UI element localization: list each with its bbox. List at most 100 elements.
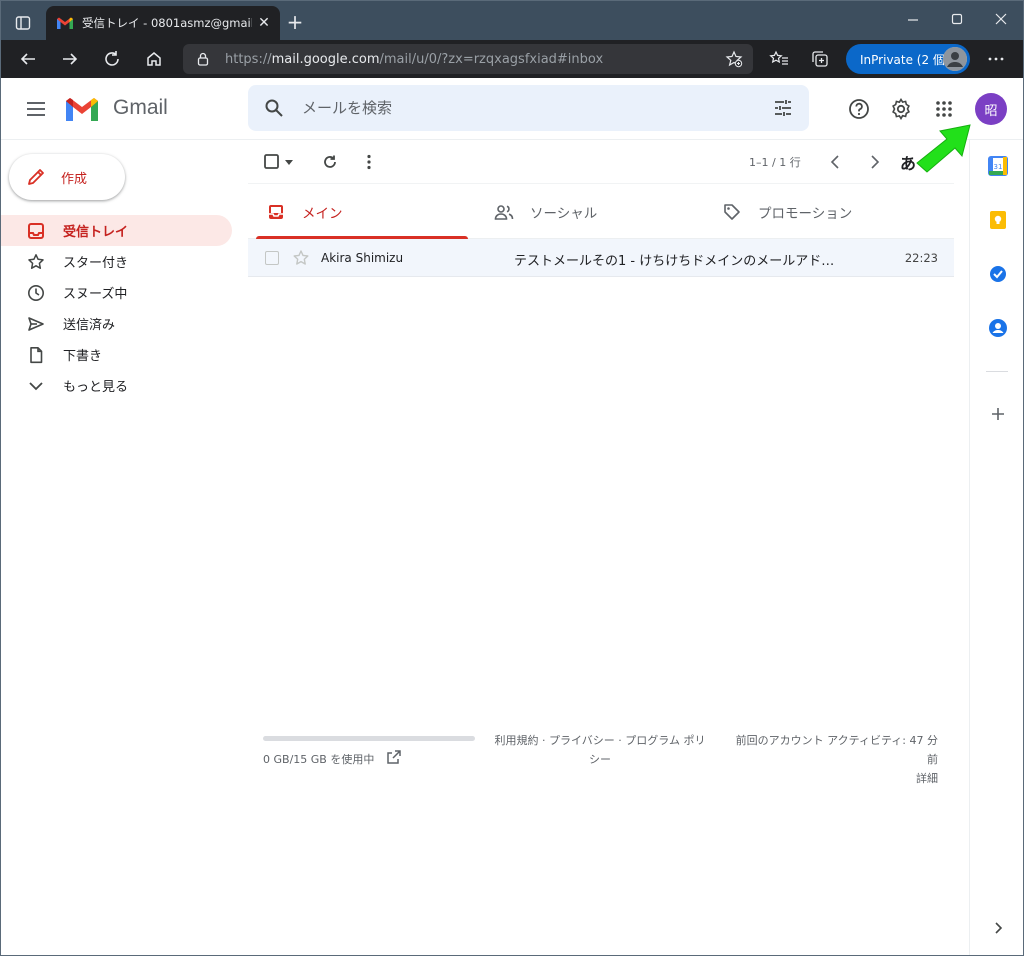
input-tools-label[interactable]: あ (900, 150, 916, 174)
inbox-icon (266, 202, 286, 222)
nav-item-sent[interactable]: 送信済み (0, 308, 232, 339)
prev-page-icon[interactable] (826, 152, 846, 172)
profile-avatar-icon (943, 47, 967, 71)
open-external-icon[interactable] (386, 749, 402, 765)
maximize-icon[interactable] (940, 8, 974, 32)
nav-label: 下書き (63, 349, 103, 364)
tab-social[interactable]: ソーシャル (476, 185, 704, 239)
account-avatar[interactable]: 昭 (975, 93, 1007, 125)
add-favorite-icon[interactable] (725, 50, 743, 68)
activity-details-link[interactable]: 詳細 (718, 769, 938, 788)
pagination-label: 1–1 / 1 行 (749, 156, 801, 169)
side-panel-divider (986, 371, 1008, 372)
search-icon[interactable] (264, 98, 284, 118)
settings-gear-icon[interactable] (889, 97, 913, 121)
forward-icon[interactable] (56, 45, 84, 73)
tab-primary[interactable]: メイン (248, 185, 476, 239)
row-checkbox[interactable] (265, 251, 279, 265)
search-bar (248, 85, 809, 131)
category-tabs: メイン ソーシャル プロモーション (248, 185, 954, 239)
keep-icon[interactable] (987, 209, 1009, 231)
chevron-right-icon[interactable] (987, 917, 1009, 939)
more-options-icon[interactable] (982, 45, 1010, 73)
next-page-icon[interactable] (864, 152, 884, 172)
tasks-icon[interactable] (987, 263, 1009, 285)
mail-time: 22:23 (904, 251, 938, 265)
browser-toolbar: https://mail.google.com/mail/u/0/?zx=rzq… (0, 40, 1024, 78)
storage-text: 0 GB/15 GB を使用中 (263, 753, 375, 766)
send-icon (26, 314, 46, 334)
select-menu-chevron-icon[interactable] (282, 152, 296, 172)
clock-icon (26, 283, 46, 303)
nav-item-snoozed[interactable]: スヌーズ中 (0, 277, 232, 308)
mail-sender: Akira Shimizu (321, 251, 404, 265)
footer-links-line[interactable]: シー (484, 750, 716, 769)
select-all-checkbox[interactable] (262, 152, 282, 172)
search-options-icon[interactable] (773, 98, 793, 118)
star-icon[interactable] (292, 249, 310, 267)
refresh-mail-icon[interactable] (320, 152, 340, 172)
window-close-icon[interactable] (984, 8, 1018, 32)
calendar-icon[interactable]: 31 (987, 155, 1009, 177)
more-actions-icon[interactable] (359, 152, 379, 172)
inbox-icon (26, 221, 46, 241)
nav-item-drafts[interactable]: 下書き (0, 339, 232, 370)
mail-subject: テストメールその1 - けちけちドメインのメールアド… (514, 254, 835, 269)
new-tab-button[interactable]: + (284, 11, 306, 33)
minimize-icon[interactable] (896, 8, 930, 32)
tab-label: プロモーション (758, 206, 853, 222)
inprivate-button[interactable]: InPrivate (2 個) (846, 44, 970, 74)
activity-line: 前 (927, 753, 938, 766)
collections-icon[interactable] (806, 45, 834, 73)
tag-icon (722, 202, 742, 222)
nav-label: スヌーズ中 (63, 287, 128, 302)
url-text: https://mail.google.com/mail/u/0/?zx=rzq… (225, 51, 604, 67)
help-icon[interactable] (847, 97, 871, 121)
compose-label: 作成 (61, 171, 88, 187)
tab-label: メイン (302, 206, 343, 222)
account-activity: 前回のアカウント アクティビティ: 47 分 前 詳細 (718, 731, 938, 788)
browser-tab-gmail[interactable]: 受信トレイ - 0801asmz@gmail.com ✕ (46, 6, 280, 40)
nav-label: スター付き (63, 256, 129, 271)
draft-icon (26, 345, 46, 365)
lock-icon (197, 52, 209, 66)
favorites-icon[interactable] (765, 45, 793, 73)
search-input[interactable] (302, 94, 742, 122)
table-row[interactable]: Akira Shimizu テストメールその1 - けちけちドメインのメールアド… (248, 239, 954, 277)
add-addon-icon[interactable] (987, 403, 1009, 425)
footer-links-line[interactable]: 利用規約 · プライバシー · プログラム ポリ (484, 731, 716, 750)
gmail-wordmark: Gmail (113, 96, 168, 119)
vertical-tabs-icon[interactable] (10, 10, 36, 36)
inprivate-label: InPrivate (2 個) (860, 52, 950, 67)
tab-title: 受信トレイ - 0801asmz@gmail.com (82, 16, 252, 30)
folder-nav: 受信トレイ スター付き スヌーズ中 送信済み 下書き もっと見る (0, 215, 236, 401)
nav-label: もっと見る (63, 380, 129, 395)
tab-promotions[interactable]: プロモーション (704, 185, 932, 239)
address-bar[interactable]: https://mail.google.com/mail/u/0/?zx=rzq… (183, 44, 753, 74)
people-icon (494, 202, 514, 222)
contacts-icon[interactable] (987, 317, 1009, 339)
star-icon (26, 252, 46, 272)
chevron-down-icon (26, 376, 46, 396)
home-icon[interactable] (140, 45, 168, 73)
main-menu-icon[interactable] (22, 95, 50, 123)
list-toolbar: 1–1 / 1 行 あ (248, 140, 954, 184)
pencil-icon (28, 169, 44, 185)
google-apps-icon[interactable] (932, 97, 956, 121)
tab-label: ソーシャル (530, 206, 598, 222)
refresh-icon[interactable] (98, 45, 126, 73)
side-panel: 31 (969, 140, 1024, 956)
nav-label: 送信済み (63, 318, 116, 333)
compose-button[interactable]: 作成 (9, 154, 125, 200)
nav-item-more[interactable]: もっと見る (0, 370, 232, 401)
footer-links[interactable]: 利用規約 · プライバシー · プログラム ポリ シー (484, 731, 716, 769)
activity-line: 前回のアカウント アクティビティ: 47 分 (735, 734, 938, 747)
gmail-logo-icon[interactable] (64, 95, 100, 123)
nav-item-starred[interactable]: スター付き (0, 246, 232, 277)
svg-text:31: 31 (994, 163, 1003, 171)
back-icon[interactable] (14, 45, 42, 73)
gmail-header: Gmail 昭 (0, 78, 1024, 140)
storage-bar (263, 736, 475, 741)
tab-close-icon[interactable]: ✕ (256, 15, 272, 31)
nav-item-inbox[interactable]: 受信トレイ (0, 215, 232, 246)
